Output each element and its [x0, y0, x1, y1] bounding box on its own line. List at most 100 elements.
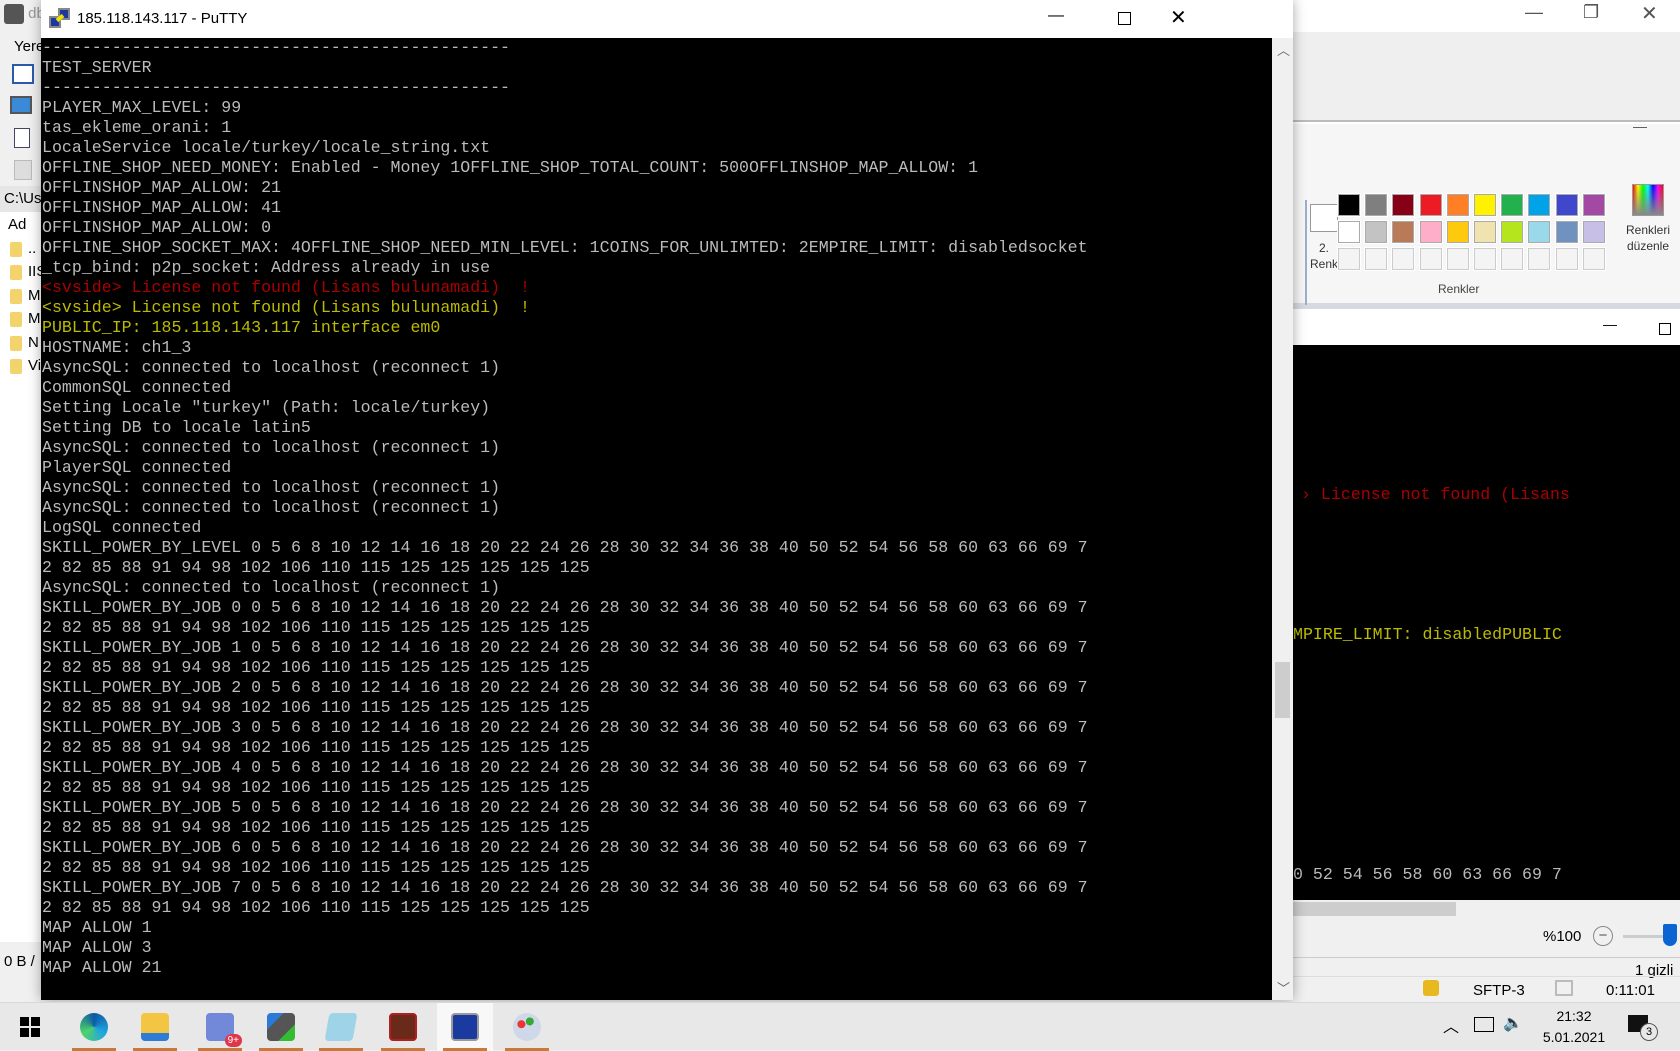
terminal-line: MPIRE_LIMIT: disabledPUBLIC — [1293, 625, 1562, 644]
scroll-down-arrow-icon[interactable]: ﹀ — [1277, 978, 1290, 997]
restore-button[interactable]: ❐ — [1583, 2, 1599, 23]
terminal-line: MAP ALLOW 21 — [42, 958, 162, 977]
show-hidden-icons-button[interactable]: ︿ — [1443, 1013, 1459, 1037]
taskbar-edge[interactable] — [66, 1003, 122, 1051]
terminal-line: PlayerSQL connected — [42, 458, 232, 477]
color-swatch[interactable] — [1527, 193, 1552, 217]
terminal[interactable]: ----------------------------------------… — [41, 38, 1272, 1000]
taskbar: 9+ ︿ 🔈 21:32 5.01.2021 3 — [0, 1002, 1680, 1051]
maximize-button[interactable] — [1659, 323, 1671, 335]
terminal-line: <svside> License not found (Lisans bulun… — [42, 298, 530, 317]
putty-icon — [451, 1013, 479, 1041]
terminal-line: SKILL_POWER_BY_JOB 6 0 5 6 8 10 12 14 16… — [42, 838, 1088, 857]
taskbar-game[interactable] — [375, 1003, 431, 1051]
custom-color-slot[interactable] — [1500, 247, 1525, 271]
color-swatch[interactable] — [1581, 220, 1606, 244]
color2-button[interactable]: 2. Renk — [1307, 200, 1341, 300]
color-swatch[interactable] — [1418, 220, 1443, 244]
custom-color-slot[interactable] — [1337, 247, 1361, 271]
scrollbar-thumb[interactable] — [1275, 662, 1290, 718]
colors-group-label: Renkler — [1438, 282, 1480, 296]
network-icon[interactable] — [1474, 1017, 1494, 1032]
edit-colors-button[interactable]: Renkleri düzenle — [1621, 184, 1675, 284]
notepad-icon — [324, 1013, 358, 1041]
terminal-line: 2 82 85 88 91 94 98 102 106 110 115 125 … — [42, 618, 590, 637]
color-swatch[interactable] — [1337, 220, 1361, 244]
vertical-scrollbar[interactable]: ︿ ﹀ — [1272, 38, 1293, 1000]
edit-colors-label: Renkleri düzenle — [1625, 223, 1670, 253]
color-swatch[interactable] — [1445, 193, 1470, 217]
zoom-slider-thumb[interactable] — [1663, 924, 1677, 946]
minimize-button[interactable]: — — [1048, 7, 1064, 25]
minimize-button[interactable]: — — [1525, 2, 1543, 23]
terminal-line: Setting Locale "turkey" (Path: locale/tu… — [42, 398, 491, 417]
custom-color-slot[interactable] — [1391, 247, 1416, 271]
maximize-button[interactable] — [1118, 12, 1131, 25]
protocol-label: SFTP-3 — [1473, 982, 1525, 999]
color-swatch[interactable] — [1500, 193, 1525, 217]
taskbar-putty[interactable] — [437, 1003, 493, 1051]
custom-color-slot[interactable] — [1581, 247, 1606, 271]
taskbar-discord[interactable]: 9+ — [192, 1003, 248, 1051]
scrollbar-thumb[interactable] — [1293, 902, 1456, 916]
color-swatch[interactable] — [1500, 220, 1525, 244]
close-button[interactable]: ✕ — [1170, 5, 1187, 30]
color-swatch[interactable] — [1364, 220, 1389, 244]
paint-icon — [513, 1013, 541, 1041]
terminal-line: AsyncSQL: connected to localhost (reconn… — [42, 498, 501, 517]
horizontal-scrollbar[interactable] — [1293, 900, 1680, 918]
terminal-line: HOSTNAME: ch1_3 — [42, 338, 192, 357]
terminal-line: TEST_SERVER — [42, 58, 152, 77]
ribbon-collapse-button[interactable]: — — [1633, 118, 1647, 134]
terminal-line: SKILL_POWER_BY_JOB 4 0 5 6 8 10 12 14 16… — [42, 758, 1088, 777]
document-icon[interactable] — [14, 128, 30, 148]
minimize-button[interactable]: — — [1603, 316, 1617, 332]
folder-icon — [10, 311, 22, 327]
taskbar-file-explorer[interactable] — [127, 1003, 183, 1051]
color2-label: 2. Renk — [1309, 241, 1338, 271]
color-swatch[interactable] — [1581, 193, 1606, 217]
color-swatch[interactable] — [1473, 193, 1497, 217]
compare-dirs-icon[interactable] — [12, 64, 34, 84]
color-swatch[interactable] — [1337, 193, 1361, 217]
scroll-up-arrow-icon[interactable]: ︿ — [1277, 40, 1290, 59]
color-swatch[interactable] — [1445, 220, 1470, 244]
copy-icon[interactable] — [14, 160, 32, 180]
color-swatch[interactable] — [1554, 220, 1579, 244]
custom-color-slot[interactable] — [1445, 247, 1470, 271]
terminal-line: 0 52 54 56 58 60 63 66 69 7 — [1293, 865, 1562, 884]
color-swatch[interactable] — [1527, 220, 1552, 244]
custom-color-slot[interactable] — [1554, 247, 1579, 271]
custom-color-slot[interactable] — [1364, 247, 1389, 271]
color2-swatch — [1310, 204, 1338, 232]
window-title: 185.118.143.117 - PuTTY — [77, 10, 248, 27]
custom-color-slot[interactable] — [1473, 247, 1497, 271]
taskbar-notepad[interactable] — [313, 1003, 369, 1051]
color-swatch[interactable] — [1391, 220, 1416, 244]
color-swatch[interactable] — [1554, 193, 1579, 217]
computer-icon[interactable] — [10, 96, 32, 114]
game-icon — [389, 1013, 417, 1041]
color-spectrum-icon — [1632, 184, 1664, 216]
terminal-line: SKILL_POWER_BY_JOB 1 0 5 6 8 10 12 14 16… — [42, 638, 1088, 657]
taskbar-paint[interactable] — [499, 1003, 555, 1051]
folder-icon — [10, 288, 22, 304]
terminal-line: PUBLIC_IP: 185.118.143.117 interface em0 — [42, 318, 441, 337]
terminal-line: SKILL_POWER_BY_JOB 0 0 5 6 8 10 12 14 16… — [42, 598, 1088, 617]
color-swatch[interactable] — [1473, 220, 1497, 244]
lock-icon — [1423, 980, 1439, 996]
custom-color-slot[interactable] — [1418, 247, 1443, 271]
close-button[interactable]: ✕ — [1641, 1, 1658, 26]
taskbar-winscp[interactable] — [253, 1003, 309, 1051]
parent-folder-icon — [10, 241, 22, 257]
start-button[interactable] — [2, 1003, 58, 1051]
terminal-line: OFFLINE_SHOP_NEED_MONEY: Enabled - Money… — [42, 158, 979, 177]
custom-color-slot[interactable] — [1527, 247, 1552, 271]
zoom-out-button[interactable]: − — [1593, 926, 1613, 946]
clock[interactable]: 21:32 5.01.2021 — [1534, 1006, 1614, 1048]
color-swatch[interactable] — [1364, 193, 1389, 217]
color-swatch[interactable] — [1418, 193, 1443, 217]
color-swatch[interactable] — [1391, 193, 1416, 217]
volume-icon[interactable]: 🔈 — [1503, 1013, 1523, 1033]
notification-center-icon[interactable]: 3 — [1628, 1015, 1658, 1041]
